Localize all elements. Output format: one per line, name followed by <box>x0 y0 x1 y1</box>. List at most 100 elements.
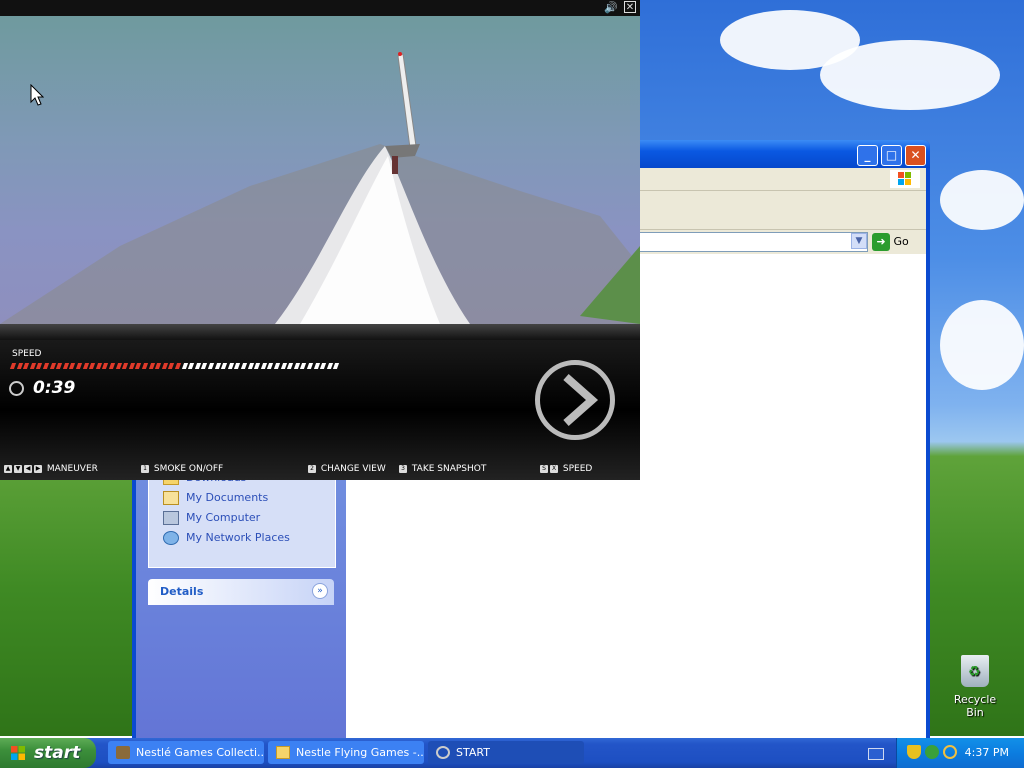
close-icon[interactable]: ✕ <box>624 1 636 13</box>
arrow-left-key-icon: ◀ <box>24 464 32 473</box>
recycle-bin-desktop-icon[interactable]: ♻ Recycle Bin <box>946 655 1004 719</box>
speed-segment <box>221 363 228 369</box>
speed-segment <box>42 363 50 369</box>
documents-icon <box>163 491 179 505</box>
control-snapshot: 3 TAKE SNAPSHOT <box>399 464 486 474</box>
search-icon[interactable] <box>943 745 957 759</box>
maximize-button[interactable]: □ <box>881 145 902 166</box>
speed-segment <box>234 363 241 369</box>
details-label: Details <box>160 585 204 598</box>
cloud <box>940 300 1024 390</box>
place-my-documents[interactable]: My Documents <box>163 489 268 507</box>
taskbar-item-start-game[interactable]: START <box>428 741 584 764</box>
speed-label: SPEED <box>12 349 42 359</box>
control-change-view: 2 CHANGE VIEW <box>308 464 386 474</box>
recycle-bin-icon: ♻ <box>961 655 989 687</box>
speed-segment <box>108 363 116 369</box>
speed-segment <box>168 363 175 369</box>
viewport-frame <box>0 324 640 340</box>
speed-segment <box>280 363 287 369</box>
speed-segment <box>267 363 274 369</box>
key-icon: 3 <box>399 464 407 473</box>
start-arrow-button[interactable] <box>535 360 615 440</box>
speed-segment <box>148 363 155 369</box>
computer-icon <box>163 511 179 525</box>
speed-segment <box>254 363 261 369</box>
speed-segment <box>102 363 109 369</box>
speed-segment <box>181 363 188 369</box>
control-smoke: 1 SMOKE ON/OFF <box>141 464 223 474</box>
speed-segment <box>306 363 314 369</box>
game-window: 🔊 ✕ SPEED 0:39 ▲ ▼ ◀ ▶ MANEUVER 1 SMOKE … <box>0 0 640 480</box>
speed-segment <box>69 363 76 369</box>
speed-segment <box>36 363 43 369</box>
speed-segment <box>201 363 208 369</box>
speed-segment <box>320 363 327 369</box>
windows-logo-icon <box>11 746 25 760</box>
speed-segment <box>82 363 89 369</box>
key-icon: 2 <box>308 464 316 473</box>
key-icon: 1 <box>141 464 149 473</box>
windows-logo-icon <box>890 170 920 188</box>
recycle-bin-label: Recycle Bin <box>953 693 997 719</box>
control-maneuver: ▲ ▼ ◀ ▶ MANEUVER <box>4 464 98 474</box>
speed-segment <box>174 363 182 369</box>
place-my-computer[interactable]: My Computer <box>163 509 260 527</box>
speed-segment <box>214 363 221 369</box>
speed-segment <box>273 363 281 369</box>
close-button[interactable]: ✕ <box>905 145 926 166</box>
folder-icon <box>276 746 290 759</box>
speed-segment <box>115 363 122 369</box>
control-speed: SX SPEED <box>540 464 592 474</box>
other-places-panel: Downloads My Documents My Computer My Ne… <box>148 470 336 568</box>
system-tray: 4:37 PM <box>896 738 1024 768</box>
arrow-up-key-icon: ▲ <box>4 464 12 473</box>
start-button[interactable]: start <box>0 738 96 768</box>
speed-segment <box>300 363 307 369</box>
arrow-down-key-icon: ▼ <box>14 464 22 473</box>
speed-segment <box>16 363 23 369</box>
speed-segment <box>155 363 162 369</box>
controls-legend: ▲ ▼ ◀ ▶ MANEUVER 1 SMOKE ON/OFF 2 CHANGE VI… <box>0 464 640 478</box>
security-shield-icon[interactable] <box>907 745 921 759</box>
clock-icon <box>9 381 24 396</box>
speed-segment <box>287 363 294 369</box>
go-label: Go <box>893 235 909 248</box>
speed-segment <box>240 363 248 369</box>
network-icon <box>163 531 179 545</box>
speed-meter <box>9 363 341 369</box>
game-top-bar: 🔊 ✕ <box>0 0 640 16</box>
place-my-network-places[interactable]: My Network Places <box>163 529 290 547</box>
clock: 4:37 PM <box>964 746 1009 759</box>
speed-segment <box>141 363 149 369</box>
address-dropdown-button[interactable]: ▼ <box>851 233 867 249</box>
flight-scene <box>0 52 640 324</box>
speed-segment <box>135 363 142 369</box>
game-viewport[interactable] <box>0 16 640 324</box>
key-icon: X <box>550 464 558 473</box>
details-panel-header[interactable]: Details » <box>148 579 334 605</box>
speed-segment <box>333 363 340 369</box>
timer: 0:39 <box>33 378 76 398</box>
speed-segment <box>188 363 195 369</box>
play-arrow-icon <box>563 374 599 426</box>
game-icon <box>436 746 450 759</box>
keyboard-icon[interactable] <box>868 748 884 760</box>
cloud <box>940 170 1024 230</box>
go-arrow-icon: ➜ <box>872 233 890 251</box>
speed-segment <box>247 363 254 369</box>
chevron-down-icon[interactable]: » <box>312 583 328 599</box>
arrow-right-key-icon: ▶ <box>34 464 42 473</box>
minimize-button[interactable]: _ <box>857 145 878 166</box>
network-icon[interactable] <box>925 745 939 759</box>
sound-icon[interactable]: 🔊 <box>604 1 618 14</box>
taskbar-item-nestle-games-collection[interactable]: Nestlé Games Collecti... <box>108 741 264 764</box>
speed-segment <box>313 363 320 369</box>
start-label: start <box>34 743 81 763</box>
speed-segment <box>9 363 17 369</box>
taskbar-item-nestle-flying-games[interactable]: Nestle Flying Games -... <box>268 741 424 764</box>
cloud <box>820 40 1000 110</box>
go-button[interactable]: ➜ Go <box>872 232 920 252</box>
speed-segment <box>56 363 63 369</box>
mouse-cursor-icon <box>30 84 44 106</box>
